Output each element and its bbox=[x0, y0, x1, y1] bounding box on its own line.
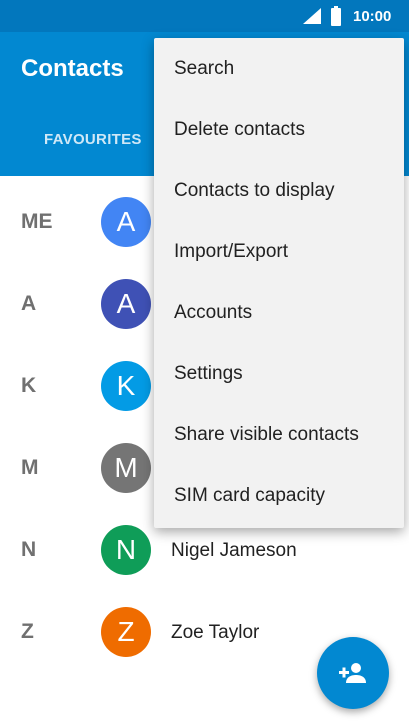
avatar: Z bbox=[101, 607, 151, 657]
avatar: A bbox=[101, 197, 151, 247]
menu-item-import-export[interactable]: Import/Export bbox=[154, 221, 404, 282]
status-time: 10:00 bbox=[353, 8, 392, 25]
add-contact-button[interactable] bbox=[317, 637, 389, 709]
avatar: M bbox=[101, 443, 151, 493]
signal-icon bbox=[303, 8, 321, 29]
section-letter: M bbox=[21, 456, 39, 479]
menu-item-accounts[interactable]: Accounts bbox=[154, 282, 404, 343]
section-letter: K bbox=[21, 374, 37, 397]
section-letter: Z bbox=[21, 620, 34, 643]
tab-favourites[interactable]: FAVOURITES bbox=[44, 131, 142, 148]
menu-item-search[interactable]: Search bbox=[154, 38, 404, 99]
contact-name: Zoe Taylor bbox=[171, 622, 260, 643]
section-letter: N bbox=[21, 538, 37, 561]
status-bar: 10:00 bbox=[0, 0, 409, 32]
add-contact-icon bbox=[339, 663, 366, 683]
section-letter: A bbox=[21, 292, 37, 315]
section-letter: ME bbox=[21, 210, 53, 233]
menu-item-contacts-to-display[interactable]: Contacts to display bbox=[154, 160, 404, 221]
menu-item-delete-contacts[interactable]: Delete contacts bbox=[154, 99, 404, 160]
menu-item-share-visible-contacts[interactable]: Share visible contacts bbox=[154, 404, 404, 465]
battery-icon bbox=[331, 6, 341, 31]
app-title: Contacts bbox=[21, 55, 124, 82]
menu-item-sim-card-capacity[interactable]: SIM card capacity bbox=[154, 465, 404, 526]
avatar: N bbox=[101, 525, 151, 575]
avatar: A bbox=[101, 279, 151, 329]
overflow-menu: Search Delete contacts Contacts to displ… bbox=[154, 38, 404, 528]
menu-item-settings[interactable]: Settings bbox=[154, 343, 404, 404]
avatar: K bbox=[101, 361, 151, 411]
contact-name: Nigel Jameson bbox=[171, 540, 297, 561]
